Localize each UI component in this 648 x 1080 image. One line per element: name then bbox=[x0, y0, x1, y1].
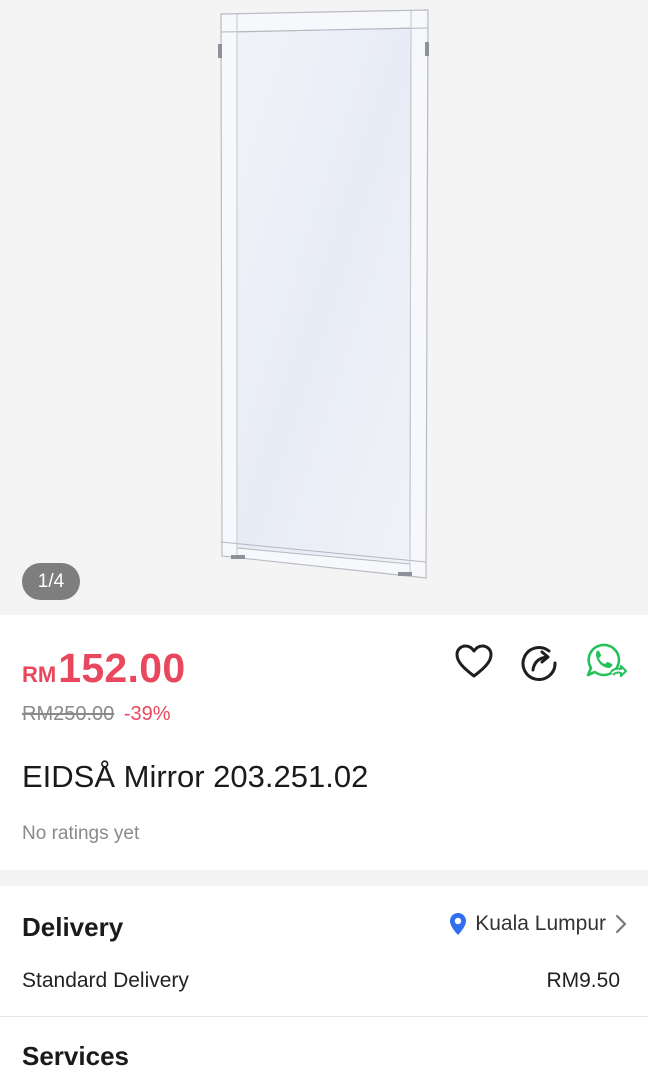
chevron-right-icon bbox=[615, 914, 627, 934]
whatsapp-share-button[interactable] bbox=[585, 642, 627, 684]
product-info: RM152.00 RM250.00 -39% EIDSÅ Mirror 203.… bbox=[0, 615, 648, 870]
delivery-location-selector[interactable]: Kuala Lumpur bbox=[449, 912, 628, 936]
share-button[interactable] bbox=[519, 643, 561, 685]
wishlist-button[interactable] bbox=[453, 641, 495, 683]
product-image bbox=[218, 9, 429, 579]
original-price-row: RM250.00 -39% bbox=[22, 703, 171, 726]
image-counter: 1/4 bbox=[22, 563, 80, 600]
share-icon bbox=[521, 646, 557, 681]
price-currency: RM bbox=[22, 662, 57, 687]
whatsapp-icon bbox=[586, 643, 627, 677]
services-title: Services bbox=[22, 1041, 129, 1071]
heart-icon bbox=[455, 644, 493, 678]
price-amount: 152.00 bbox=[58, 645, 186, 691]
discount-badge: -39% bbox=[123, 703, 171, 725]
divider bbox=[0, 1016, 648, 1017]
original-price: RM250.00 bbox=[22, 703, 115, 725]
ratings-text[interactable]: No ratings yet bbox=[22, 823, 139, 845]
product-image-gallery[interactable]: 1/4 bbox=[0, 0, 648, 615]
location-pin-icon bbox=[450, 913, 467, 935]
section-separator bbox=[0, 870, 648, 886]
delivery-method: Standard Delivery bbox=[22, 969, 189, 992]
delivery-section: Delivery Kuala Lumpur Standard Delivery … bbox=[0, 886, 648, 1016]
current-price: RM152.00 bbox=[22, 645, 185, 692]
product-page: 1/4 RM152.00 RM250.00 -39% EIDSÅ Mirror … bbox=[0, 0, 648, 1080]
product-title: EIDSÅ Mirror 203.251.02 bbox=[22, 759, 369, 794]
delivery-title: Delivery bbox=[22, 912, 124, 942]
delivery-fee: RM9.50 bbox=[546, 969, 620, 992]
delivery-location: Kuala Lumpur bbox=[475, 912, 606, 935]
